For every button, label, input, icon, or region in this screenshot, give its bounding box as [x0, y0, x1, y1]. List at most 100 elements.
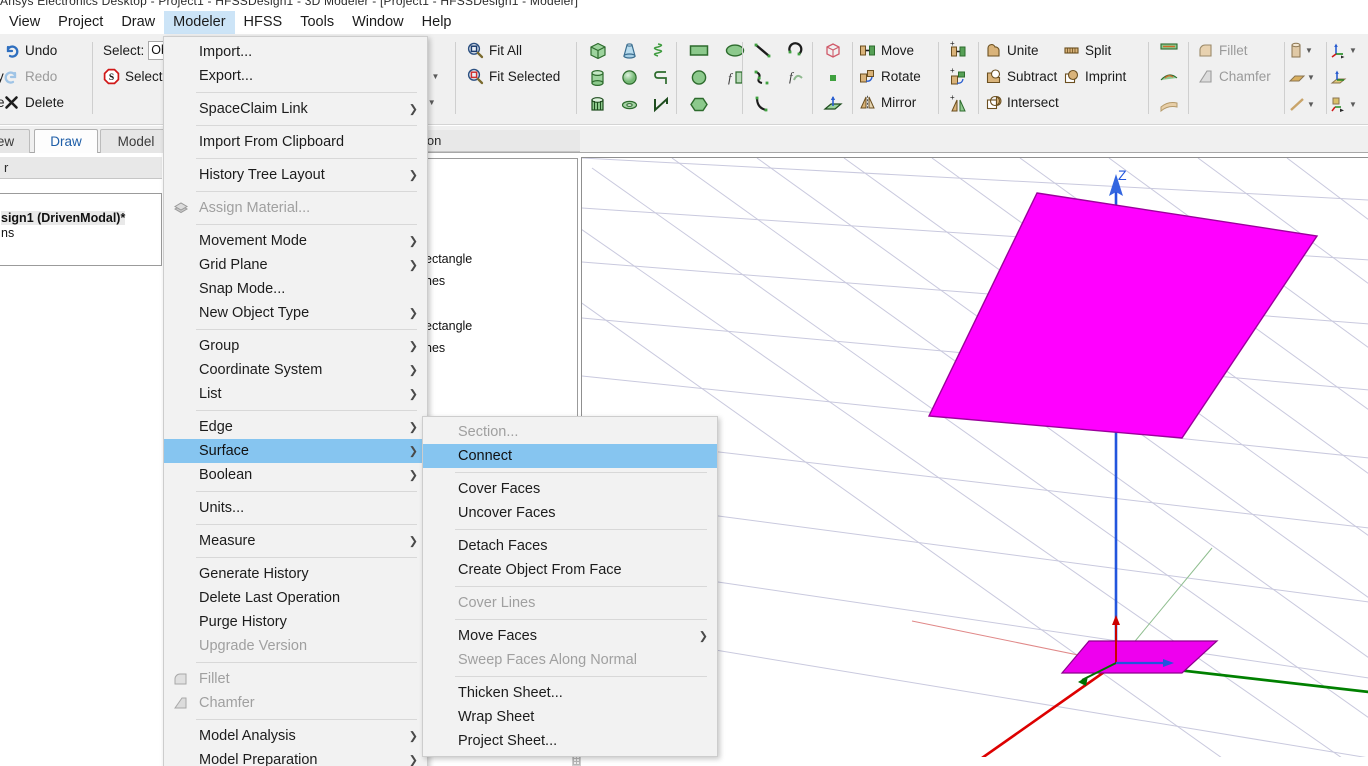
modeler-menu-item-surface[interactable]: Surface ❯: [164, 439, 427, 463]
menu-tools[interactable]: Tools: [291, 11, 343, 34]
draw-box-icon[interactable]: [584, 38, 610, 63]
draw-spline-icon[interactable]: [750, 65, 776, 90]
menu-help[interactable]: Help: [413, 11, 461, 34]
draw-bend-icon[interactable]: [648, 92, 674, 117]
modeler-menu-item-delete-last-operation[interactable]: Delete Last Operation: [164, 586, 427, 610]
duplicate-along-line-icon[interactable]: +: [946, 38, 972, 63]
modeler-menu-item-spaceclaim-link[interactable]: SpaceClaim Link ❯: [164, 97, 427, 121]
draw-region-icon[interactable]: [820, 38, 846, 63]
menu-draw[interactable]: Draw: [112, 11, 164, 34]
modeler-menu-divider-35: [196, 719, 417, 720]
draw-3point-arc-icon[interactable]: [750, 92, 776, 117]
draw-helix-icon[interactable]: [648, 38, 674, 63]
history-item-rectangle-1[interactable]: ectangle: [425, 252, 472, 266]
modeler-menu-item-import-from-clipboard[interactable]: Import From Clipboard: [164, 130, 427, 154]
section-line-dropdown[interactable]: ▼: [1288, 92, 1318, 117]
menu-project[interactable]: Project: [49, 11, 112, 34]
draw-circle-icon[interactable]: [684, 65, 714, 90]
modeler-menu-item-purge-history[interactable]: Purge History: [164, 610, 427, 634]
create-relative-cs-dropdown[interactable]: ▼: [1330, 38, 1360, 63]
surface-submenu-item-cover-faces[interactable]: Cover Faces: [423, 477, 717, 501]
section-cylinder-dropdown[interactable]: ▼: [1288, 38, 1318, 63]
draw-torus-icon[interactable]: [616, 92, 642, 117]
modeler-menu-item-import[interactable]: Import...: [164, 40, 427, 64]
duplicate-around-axis-icon[interactable]: +: [946, 65, 972, 90]
draw-point-icon[interactable]: [820, 65, 846, 90]
menu-window[interactable]: Window: [343, 11, 413, 34]
modeler-menu-item-coordinate-system[interactable]: Coordinate System ❯: [164, 358, 427, 382]
modeler-menu-item-history-tree-layout[interactable]: History Tree Layout ❯: [164, 163, 427, 187]
paste-button[interactable]: e: [0, 90, 16, 115]
sweep-around-axis-icon[interactable]: [1156, 65, 1182, 90]
modeler-menu-item-units[interactable]: Units...: [164, 496, 427, 520]
tab-model[interactable]: Model: [100, 129, 172, 153]
draw-cylinder-icon[interactable]: [584, 65, 610, 90]
draw-arc-center-icon[interactable]: [782, 38, 808, 63]
chevron-down-icon-4[interactable]: ▼: [1307, 73, 1315, 82]
chevron-down-icon-3[interactable]: ▼: [1305, 46, 1313, 55]
modeler-menu-item-group[interactable]: Group ❯: [164, 334, 427, 358]
draw-cone-icon[interactable]: [616, 38, 642, 63]
draw-line-icon[interactable]: [750, 38, 776, 63]
modeler-menu-item-measure[interactable]: Measure ❯: [164, 529, 427, 553]
split-button[interactable]: Split: [1060, 38, 1150, 63]
modeler-menu-item-export[interactable]: Export...: [164, 64, 427, 88]
surface-submenu-item-uncover-faces[interactable]: Uncover Faces: [423, 501, 717, 525]
draw-regular-polygon-icon[interactable]: [684, 92, 714, 117]
modeler-menu-item-generate-history[interactable]: Generate History: [164, 562, 427, 586]
history-item-rectangle-2[interactable]: ectangle: [425, 319, 472, 333]
menu-view[interactable]: View: [0, 11, 49, 34]
menu-hfss[interactable]: HFSS: [235, 11, 292, 34]
sweep-along-path-icon[interactable]: [1156, 92, 1182, 117]
surface-submenu-item-move-faces[interactable]: Move Faces ❯: [423, 624, 717, 648]
chevron-down-icon-5[interactable]: ▼: [1307, 100, 1315, 109]
modeler-menu-item-snap-mode[interactable]: Snap Mode...: [164, 277, 427, 301]
chevron-down-icon-6[interactable]: ▼: [1349, 46, 1357, 55]
history-item-lines-1[interactable]: nes: [425, 274, 445, 288]
surface-submenu-item-wrap-sheet[interactable]: Wrap Sheet: [423, 705, 717, 729]
face-cs-dropdown[interactable]: ▼: [1330, 92, 1360, 117]
modeler-dropdown-menu[interactable]: Import... Export... SpaceClaim Link ❯ Import…: [163, 36, 428, 766]
chevron-right-icon: ❯: [408, 730, 418, 743]
sweep-along-vector-icon[interactable]: [1156, 38, 1182, 63]
surface-submenu[interactable]: Section... Connect Cover Faces Uncover Face…: [422, 416, 718, 757]
set-working-cs-button[interactable]: [1330, 65, 1360, 90]
copy-button[interactable]: y: [0, 64, 16, 89]
tree-item-design[interactable]: sign1 (DrivenModal)*: [1, 211, 126, 225]
surface-submenu-item-detach-faces[interactable]: Detach Faces: [423, 534, 717, 558]
fit-all-button[interactable]: Fit All: [464, 38, 574, 63]
modeler-menu-item-list[interactable]: List ❯: [164, 382, 427, 406]
draw-equation-curve-icon[interactable]: f: [782, 65, 808, 90]
modeler-menu-item-boolean[interactable]: Boolean ❯: [164, 463, 427, 487]
modeler-menu-item-movement-mode[interactable]: Movement Mode ❯: [164, 229, 427, 253]
project-tree-panel[interactable]: sign1 (DrivenModal)* ns: [0, 193, 162, 266]
draw-spiral-icon[interactable]: [648, 65, 674, 90]
chevron-down-icon-7[interactable]: ▼: [1349, 100, 1357, 109]
imprint-button[interactable]: Imprint: [1060, 64, 1150, 89]
modeler-menu-item-edge[interactable]: Edge ❯: [164, 415, 427, 439]
tab-view[interactable]: iew: [0, 129, 30, 153]
draw-rectangle-icon[interactable]: [684, 38, 714, 63]
modeler-menu-item-new-object-type[interactable]: New Object Type ❯: [164, 301, 427, 325]
draw-plane-icon[interactable]: [820, 92, 846, 117]
modeler-menu-item-grid-plane[interactable]: Grid Plane ❯: [164, 253, 427, 277]
modeler-menu-label-coordinate-system: Coordinate System: [199, 362, 323, 378]
draw-polyhedron-icon[interactable]: [584, 92, 610, 117]
surface-submenu-item-project-sheet[interactable]: Project Sheet...: [423, 729, 717, 753]
modeler-menu-item-model-preparation[interactable]: Model Preparation ❯: [164, 748, 427, 766]
modeler-menu-label-delete-last-operation: Delete Last Operation: [199, 590, 341, 606]
modeler-menu-item-model-analysis[interactable]: Model Analysis ❯: [164, 724, 427, 748]
fit-selected-button[interactable]: Fit Selected: [464, 64, 574, 89]
menu-modeler[interactable]: Modeler: [164, 10, 235, 34]
ansys-3d-modeler-window: Ansys Electronics Desktop - Project1 - H…: [0, 0, 1368, 766]
tab-draw[interactable]: Draw: [34, 129, 98, 153]
duplicate-mirror-icon[interactable]: +: [946, 92, 972, 117]
draw-sphere-icon[interactable]: [616, 65, 642, 90]
surface-submenu-item-create-object-from-face[interactable]: Create Object From Face: [423, 558, 717, 582]
surface-submenu-item-thicken-sheet[interactable]: Thicken Sheet...: [423, 681, 717, 705]
history-item-lines-2[interactable]: nes: [425, 341, 445, 355]
section-sheet-dropdown[interactable]: ▼: [1288, 65, 1318, 90]
tree-item-boundaries[interactable]: ns: [1, 226, 14, 240]
surface-submenu-item-connect[interactable]: Connect: [423, 444, 717, 468]
modeler-menu-divider-10: [196, 224, 417, 225]
